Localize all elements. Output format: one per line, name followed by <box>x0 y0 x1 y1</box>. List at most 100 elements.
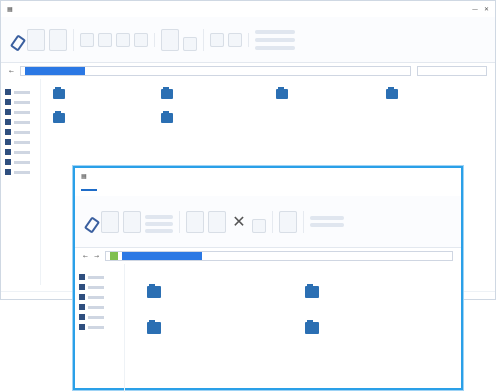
folder-item[interactable] <box>386 87 403 99</box>
delete-icon[interactable]: ✕ <box>230 211 248 233</box>
search-input[interactable] <box>417 66 487 76</box>
nav-folder-icon <box>79 294 85 300</box>
nav-folder-icon <box>79 284 85 290</box>
nav-folder-icon <box>5 89 11 95</box>
nav-label <box>14 150 30 154</box>
nav-drive-icon <box>5 129 11 135</box>
minimize-button[interactable]: — <box>472 6 478 13</box>
nav-drive-icon <box>5 169 11 175</box>
edit-button[interactable] <box>310 223 344 227</box>
ribbon: ✕ <box>75 196 461 248</box>
ribbon-open-group <box>310 216 344 227</box>
nav-label <box>14 170 30 174</box>
folder-item[interactable] <box>305 320 324 334</box>
titlebar: ▦ <box>75 168 461 184</box>
address-bar: ← → <box>75 248 461 264</box>
folder-item[interactable] <box>161 87 178 99</box>
folder-icon <box>161 111 173 123</box>
copy-button[interactable] <box>27 28 45 51</box>
folder-icon <box>386 87 398 99</box>
folder-item[interactable] <box>53 87 70 99</box>
cut-button[interactable] <box>145 214 173 219</box>
copy-to-button[interactable] <box>98 32 112 47</box>
move-to-button[interactable] <box>80 32 94 47</box>
open-button[interactable] <box>228 32 242 47</box>
nav-folder-icon <box>5 99 11 105</box>
move-to-button[interactable] <box>186 210 204 233</box>
nav-item[interactable] <box>79 294 120 300</box>
nav-item[interactable] <box>5 129 36 135</box>
copy-button[interactable] <box>101 210 119 233</box>
folder-item[interactable] <box>161 111 178 123</box>
nav-drive-icon <box>79 324 85 330</box>
nav-label <box>88 295 104 299</box>
paste-shortcut-button[interactable] <box>145 228 173 233</box>
folder-icon <box>53 111 65 123</box>
back-arrow-icon[interactable]: ← <box>9 68 14 75</box>
paste-button[interactable] <box>49 28 67 51</box>
delete-button[interactable] <box>116 32 130 47</box>
rename-button[interactable] <box>134 32 148 47</box>
nav-label <box>14 140 30 144</box>
address-selection <box>122 252 203 260</box>
nav-item[interactable] <box>79 274 120 280</box>
select-all[interactable] <box>255 29 295 34</box>
folder-icon <box>305 320 319 334</box>
invert-selection[interactable] <box>255 45 295 50</box>
share-button[interactable] <box>252 218 266 233</box>
folder-item[interactable] <box>147 320 166 334</box>
nav-item[interactable] <box>5 149 36 155</box>
folder-icon <box>161 87 173 99</box>
select-none[interactable] <box>255 37 295 42</box>
nav-item[interactable] <box>5 119 36 125</box>
explorer-window-front: ▦ ✕ ← → <box>73 166 463 392</box>
pin-icon[interactable] <box>83 217 97 233</box>
address-input[interactable] <box>105 251 453 261</box>
copy-path-button[interactable] <box>145 221 173 226</box>
nav-folder-icon <box>79 274 85 280</box>
new-folder-button[interactable] <box>279 210 297 233</box>
ribbon-group-organize: ✕ <box>186 210 273 233</box>
nav-item[interactable] <box>79 284 120 290</box>
body <box>75 264 461 392</box>
copy-to-button[interactable] <box>208 210 226 233</box>
navigation-pane <box>75 264 125 392</box>
tab-file[interactable] <box>81 189 97 191</box>
paste-button[interactable] <box>123 210 141 233</box>
nav-item[interactable] <box>5 109 36 115</box>
ribbon-tabs <box>75 184 461 196</box>
nav-drive-icon <box>5 159 11 165</box>
properties-button[interactable] <box>210 32 224 47</box>
folder-item[interactable] <box>305 284 324 298</box>
nav-drive-icon <box>5 119 11 125</box>
nav-drive-icon <box>79 304 85 310</box>
nav-item[interactable] <box>79 314 120 320</box>
nav-item[interactable] <box>5 139 36 145</box>
folder-item[interactable] <box>276 87 293 99</box>
nav-label <box>14 90 30 94</box>
nav-item[interactable] <box>5 99 36 105</box>
address-input[interactable] <box>20 66 411 76</box>
folder-item[interactable] <box>147 284 166 298</box>
close-button[interactable]: ✕ <box>484 6 489 13</box>
nav-item[interactable] <box>5 159 36 165</box>
nav-item[interactable] <box>79 324 120 330</box>
nav-drive-icon <box>5 149 11 155</box>
nav-item[interactable] <box>79 304 120 310</box>
nav-folder-icon <box>5 109 11 115</box>
nav-item[interactable] <box>5 89 36 95</box>
nav-label <box>14 160 30 164</box>
new-item-button[interactable] <box>183 36 197 51</box>
nav-label <box>14 110 30 114</box>
open-button[interactable] <box>310 216 344 220</box>
nav-item[interactable] <box>5 169 36 175</box>
folder-icon <box>276 87 288 99</box>
folder-item[interactable] <box>53 111 70 123</box>
back-arrow-icon[interactable]: ← <box>83 253 88 260</box>
ribbon-select-group <box>255 29 295 50</box>
forward-arrow-icon[interactable]: → <box>94 253 99 260</box>
new-folder-button[interactable] <box>161 28 179 51</box>
folder-icon <box>147 284 161 298</box>
pin-icon[interactable] <box>9 35 23 51</box>
address-selection <box>25 67 86 75</box>
